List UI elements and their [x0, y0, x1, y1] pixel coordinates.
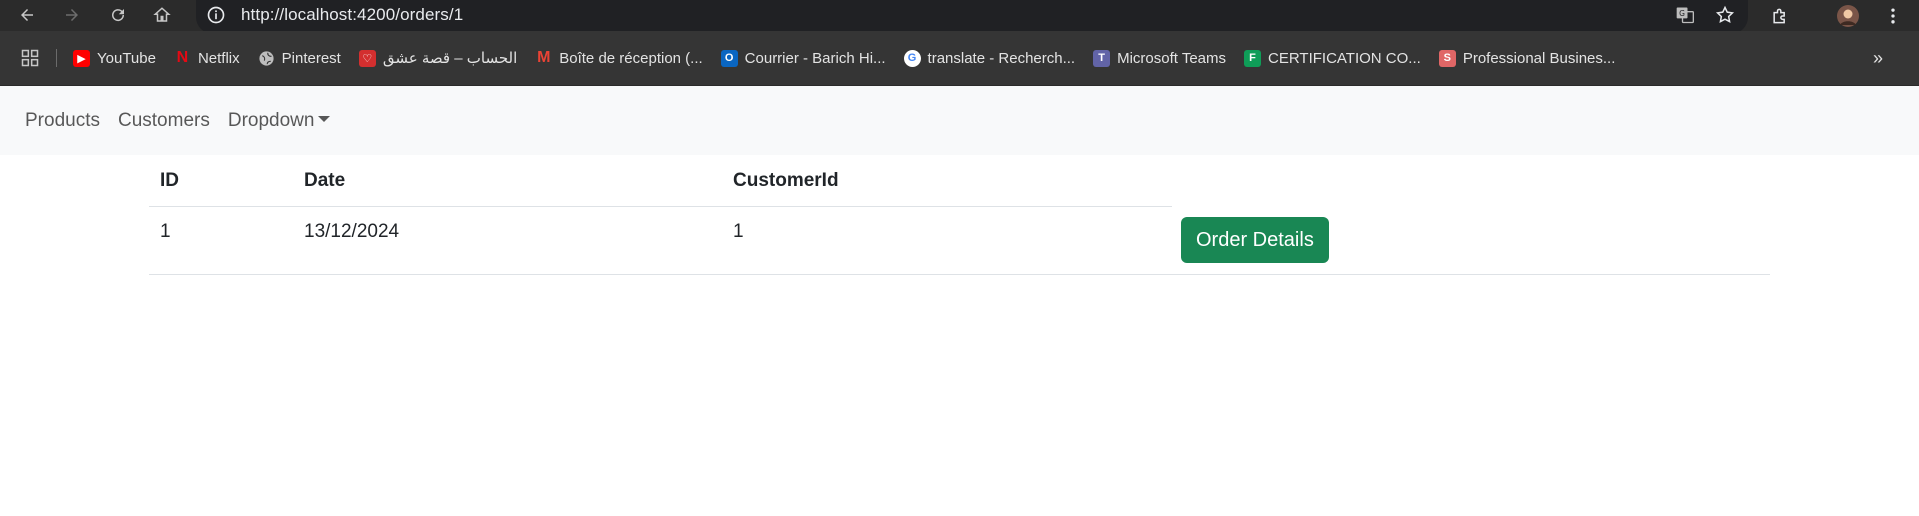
reload-icon[interactable]	[106, 3, 130, 27]
forms-icon: F	[1244, 49, 1262, 67]
column-header-actions	[1172, 155, 1770, 206]
forward-arrow-icon[interactable]	[60, 3, 84, 27]
column-header-id: ID	[149, 155, 293, 207]
profile-avatar[interactable]	[1835, 3, 1861, 29]
cell-action: Order Details	[1172, 206, 1770, 275]
google-icon: G	[903, 49, 921, 67]
bookmark-label: الحساب – قصة عشق	[382, 50, 518, 67]
teams-icon: T	[1093, 49, 1111, 67]
column-header-customerid: CustomerId	[722, 155, 1172, 207]
bookmark-forms[interactable]: F CERTIFICATION CO...	[1244, 49, 1421, 67]
bookmark-label: Courrier - Barich Hi...	[744, 49, 886, 67]
bookmarks-bar: ▶ YouTube N Netflix Pinterest ♡ الحساب –…	[0, 31, 1919, 86]
bookmarks-divider	[56, 49, 57, 67]
netflix-icon: N	[176, 49, 189, 66]
home-icon[interactable]	[150, 3, 174, 27]
cell-date: 13/12/2024	[293, 206, 722, 275]
svg-text:G: G	[1679, 9, 1685, 18]
bookmark-label: CERTIFICATION CO...	[1268, 49, 1421, 67]
bookmark-label: YouTube	[97, 49, 156, 67]
bookmark-gmail[interactable]: M Boîte de réception (...	[535, 49, 703, 67]
url-text: http://localhost:4200/orders/1	[241, 5, 464, 24]
cell-customerid: 1	[722, 206, 1172, 275]
bookmark-google[interactable]: G translate - Recherch...	[903, 49, 1076, 67]
orders-table: ID Date CustomerId 1 13/12/2024 1 Order …	[149, 155, 1770, 275]
back-arrow-icon[interactable]	[15, 3, 39, 27]
bookmark-label: Professional Busines...	[1462, 49, 1616, 67]
s-icon: S	[1438, 49, 1456, 67]
bookmark-label: Netflix	[197, 49, 240, 67]
bookmark-label: Microsoft Teams	[1117, 49, 1227, 67]
main-content: ID Date CustomerId 1 13/12/2024 1 Order …	[0, 155, 1919, 275]
cell-id: 1	[149, 206, 293, 275]
bookmark-professional[interactable]: S Professional Busines...	[1438, 49, 1616, 67]
column-header-date: Date	[293, 155, 722, 207]
outlook-icon: O	[720, 49, 738, 67]
browser-toolbar: http://localhost:4200/orders/1 G	[0, 0, 1919, 34]
bookmark-star-icon[interactable]	[1714, 4, 1736, 26]
globe-icon	[258, 50, 275, 67]
order-details-button[interactable]: Order Details	[1181, 217, 1329, 263]
bookmark-outlook[interactable]: O Courrier - Barich Hi...	[720, 49, 886, 67]
bookmark-netflix[interactable]: N Netflix	[174, 49, 240, 67]
bookmark-label: Boîte de réception (...	[559, 49, 703, 67]
bookmark-pinterest[interactable]: Pinterest	[258, 50, 341, 67]
extensions-icon[interactable]	[1767, 3, 1793, 29]
heart-icon: ♡	[358, 49, 376, 67]
address-bar[interactable]: http://localhost:4200/orders/1 G	[196, 0, 1748, 34]
app-navbar: Products Customers Dropdown	[0, 86, 1919, 155]
site-info-icon[interactable]	[206, 5, 226, 25]
apps-grid-icon[interactable]	[20, 48, 40, 68]
caret-down-icon	[318, 115, 331, 122]
bookmark-label: Pinterest	[281, 49, 341, 67]
table-header-row: ID Date CustomerId	[149, 155, 1770, 207]
chevron-double-right-icon[interactable]: »	[1873, 48, 1883, 69]
nav-dropdown-toggle[interactable]: Dropdown	[228, 110, 331, 132]
gmail-icon: M	[537, 49, 551, 66]
translate-icon[interactable]: G	[1674, 4, 1696, 26]
nav-customers-link[interactable]: Customers	[118, 110, 210, 132]
youtube-icon: ▶	[73, 49, 90, 67]
table-row: 1 13/12/2024 1 Order Details	[149, 206, 1770, 275]
nav-products-link[interactable]: Products	[25, 110, 100, 132]
dropdown-label: Dropdown	[227, 109, 315, 131]
bookmark-arabic[interactable]: ♡ الحساب – قصة عشق	[358, 49, 518, 67]
bookmark-label: translate - Recherch...	[927, 49, 1076, 67]
menu-kebab-icon[interactable]	[1880, 3, 1906, 29]
bookmark-youtube[interactable]: ▶ YouTube	[73, 49, 156, 67]
bookmark-teams[interactable]: T Microsoft Teams	[1093, 49, 1227, 67]
